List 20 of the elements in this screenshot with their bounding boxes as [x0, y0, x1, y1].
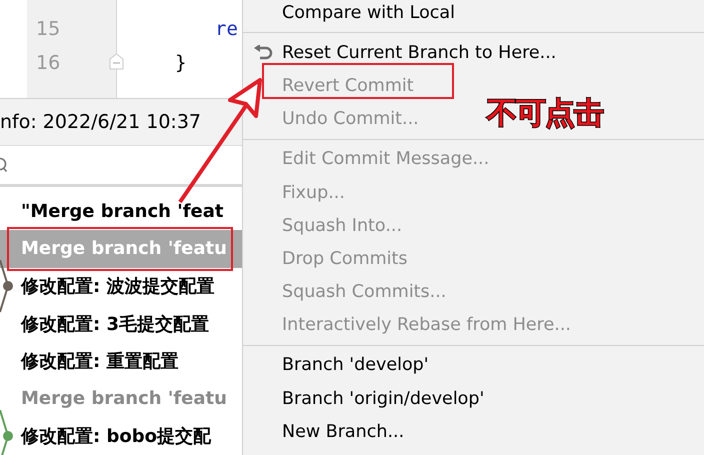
menu-item[interactable]: New Branch...	[273, 415, 408, 448]
line-number: 15	[35, 17, 62, 42]
fold-icon[interactable]	[109, 53, 124, 70]
code-text: re	[215, 18, 238, 40]
line-number: 16	[35, 51, 62, 76]
menu-item[interactable]: Branch 'origin/develop'	[273, 382, 488, 416]
commit-row[interactable]: 修改配置: 波波提交配置	[0, 268, 242, 305]
menu-item[interactable]: Branch 'develop'	[273, 348, 433, 382]
menu-item[interactable]: Compare with Local	[273, 0, 459, 30]
commit-row[interactable]: "Merge branch 'feat	[0, 192, 242, 230]
commit-row[interactable]: 修改配置: bobo提交配	[0, 418, 242, 455]
code-text: }	[175, 52, 186, 74]
commit-row[interactable]: 修改配置: 重置配置	[0, 342, 242, 380]
annotation-label: 不可点击	[487, 95, 603, 133]
commit-info-text: nfo: 2022/6/21 10:37	[0, 110, 202, 133]
search-field[interactable]	[0, 144, 242, 186]
menu-item[interactable]: Reset Current Branch to Here...	[243, 36, 560, 70]
search-icon	[0, 156, 8, 173]
undo-icon	[253, 45, 273, 62]
commit-row[interactable]: 修改配置: 3毛提交配置	[0, 305, 242, 342]
